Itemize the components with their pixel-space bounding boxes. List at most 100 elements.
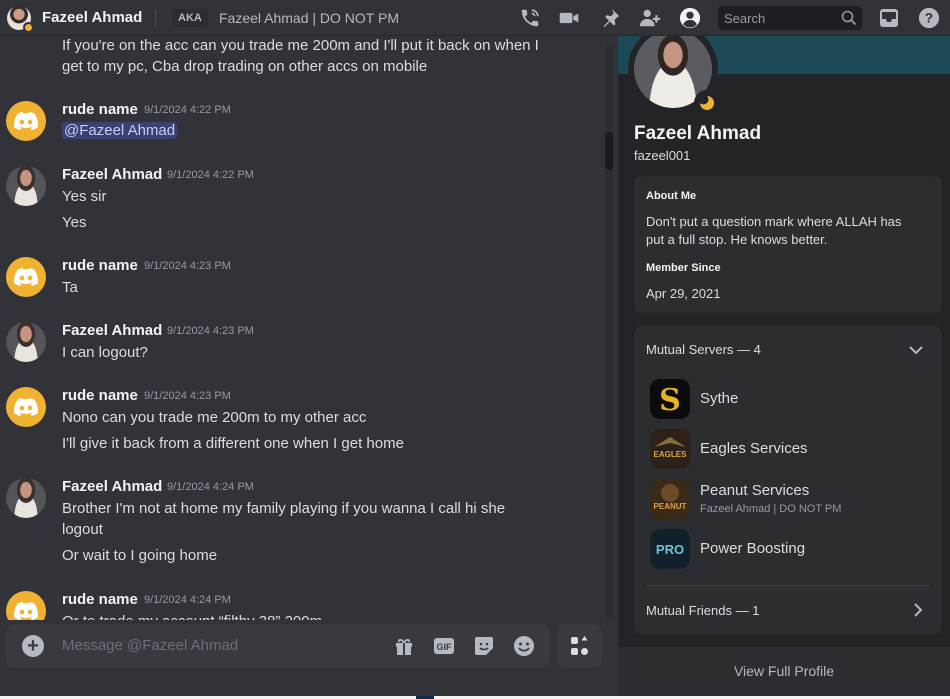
discord-logo-icon — [14, 398, 38, 416]
aka-value: Fazeel Ahmad | DO NOT PM — [219, 10, 399, 26]
server-name[interactable]: Eagles Services — [700, 440, 808, 457]
svg-text:PEANUT: PEANUT — [654, 502, 687, 511]
user-avatar[interactable] — [6, 166, 46, 206]
idle-moon-icon — [694, 90, 720, 116]
message-continuation-line: If you're on the acc can you trade me 20… — [62, 37, 539, 54]
member-since-heading: Member Since — [646, 262, 721, 274]
svg-text:S: S — [659, 383, 681, 418]
about-me-card: About Me Don't put a question mark where… — [634, 176, 942, 313]
message-list: If you're on the acc can you trade me 20… — [0, 36, 618, 699]
profile-username[interactable]: fazeel001 — [634, 148, 690, 163]
message-text: I'll give it back from a different one w… — [62, 435, 404, 452]
profile-avatar[interactable] — [628, 36, 720, 116]
user-avatar[interactable] — [6, 322, 46, 362]
inbox-icon[interactable] — [878, 7, 900, 29]
message-continuation-line: get to my pc, Cba drop trading on other … — [62, 58, 428, 75]
gift-icon[interactable] — [393, 635, 415, 657]
discord-logo-icon — [14, 112, 38, 130]
message-author[interactable]: Fazeel Ahmad — [62, 322, 162, 339]
view-full-profile-label: View Full Profile — [733, 663, 835, 679]
emoji-icon[interactable] — [513, 635, 535, 657]
mutuals-card: Mutual Servers — 4 S Sythe EAGLES Eagles… — [634, 326, 942, 635]
mutual-friends-header[interactable]: Mutual Friends — 1 — [646, 602, 759, 620]
message-author[interactable]: rude name — [62, 257, 138, 274]
mutual-servers-header[interactable]: Mutual Servers — 4 — [646, 341, 761, 359]
about-me-text: put a full stop. He knows better. — [646, 232, 828, 247]
server-icon-peanut[interactable]: PEANUT — [650, 479, 690, 519]
search-placeholder: Search — [724, 11, 766, 26]
start-video-call-icon[interactable] — [558, 7, 580, 29]
apps-icon — [570, 636, 588, 655]
view-full-profile-button[interactable]: View Full Profile — [618, 646, 950, 696]
message-author[interactable]: Fazeel Ahmad — [62, 166, 162, 183]
message-text: Nono can you trade me 200m to my other a… — [62, 409, 367, 426]
hide-user-profile-icon[interactable] — [679, 7, 701, 29]
message-text: @Fazeel Ahmad — [62, 122, 178, 139]
chevron-right-icon[interactable] — [912, 602, 924, 623]
message-composer[interactable]: + Message @Fazeel Ahmad GIF — [6, 624, 550, 668]
message-timestamp: 9/1/2024 4:22 PM — [167, 169, 254, 181]
about-me-text: Don't put a question mark where ALLAH ha… — [646, 214, 902, 229]
discord-logo-icon — [14, 602, 38, 620]
apps-launcher-button[interactable] — [557, 624, 602, 668]
start-voice-call-icon[interactable] — [519, 7, 541, 29]
message-timestamp: 9/1/2024 4:22 PM — [144, 104, 231, 116]
idle-status-icon — [23, 22, 33, 32]
server-nickname: Fazeel Ahmad | DO NOT PM — [700, 503, 842, 515]
header-avatar[interactable] — [7, 6, 33, 32]
server-name[interactable]: Sythe — [700, 390, 738, 407]
member-since-date: Apr 29, 2021 — [646, 286, 721, 301]
discord-logo-icon — [14, 268, 38, 286]
search-input[interactable]: Search — [718, 6, 862, 30]
server-icon-sythe[interactable]: S — [650, 379, 690, 419]
message-timestamp: 9/1/2024 4:23 PM — [144, 390, 231, 402]
help-icon[interactable]: ? — [918, 7, 940, 29]
message-input[interactable]: Message @Fazeel Ahmad — [62, 637, 238, 654]
chevron-down-icon[interactable] — [908, 343, 924, 361]
message-text: logout — [62, 521, 103, 538]
svg-text:EAGLES: EAGLES — [654, 450, 688, 459]
upload-plus-icon[interactable]: + — [22, 635, 44, 657]
server-name[interactable]: Power Boosting — [700, 540, 805, 557]
discord-default-avatar[interactable] — [6, 257, 46, 297]
svg-text:PRO: PRO — [656, 542, 684, 557]
about-me-heading: About Me — [646, 190, 697, 202]
add-friends-to-dm-icon[interactable] — [639, 7, 661, 29]
message-timestamp: 9/1/2024 4:24 PM — [144, 594, 231, 606]
user-avatar[interactable] — [6, 478, 46, 518]
gif-picker-icon[interactable]: GIF — [433, 635, 455, 657]
message-text: Yes — [62, 214, 87, 231]
message-text: Yes sir — [62, 188, 107, 205]
svg-text:?: ? — [925, 11, 933, 26]
message-text: Or wait to I going home — [62, 547, 218, 564]
discord-default-avatar[interactable] — [6, 101, 46, 141]
card-divider — [646, 585, 930, 586]
header-username[interactable]: Fazeel Ahmad — [42, 9, 142, 26]
message-text: Ta — [62, 279, 78, 296]
header-divider — [155, 9, 156, 27]
message-author[interactable]: Fazeel Ahmad — [62, 478, 162, 495]
profile-display-name: Fazeel Ahmad — [634, 123, 762, 144]
message-scrollbar-track[interactable] — [605, 44, 613, 620]
server-icon-power-boosting[interactable]: PRO — [650, 529, 690, 569]
gif-label: GIF — [437, 642, 453, 652]
message-timestamp: 9/1/2024 4:23 PM — [167, 325, 254, 337]
server-icon-eagles[interactable]: EAGLES — [650, 429, 690, 469]
pinned-messages-icon[interactable] — [599, 7, 621, 29]
search-icon — [841, 10, 857, 31]
message-text: Brother I'm not at home my family playin… — [62, 500, 506, 517]
message-author[interactable]: rude name — [62, 387, 138, 404]
user-mention[interactable]: @Fazeel Ahmad — [62, 122, 178, 139]
message-timestamp: 9/1/2024 4:24 PM — [167, 481, 254, 493]
channel-header: Fazeel Ahmad AKA Fazeel Ahmad | DO NOT P… — [0, 0, 950, 36]
server-name[interactable]: Peanut Services — [700, 482, 809, 499]
discord-default-avatar[interactable] — [6, 387, 46, 427]
sticker-icon[interactable] — [473, 635, 495, 657]
aka-badge: AKA — [172, 9, 208, 27]
message-text: I can logout? — [62, 344, 148, 361]
message-author[interactable]: rude name — [62, 101, 138, 118]
message-scrollbar-thumb[interactable] — [605, 132, 613, 170]
user-profile-panel: Fazeel Ahmad fazeel001 About Me Don't pu… — [618, 36, 950, 696]
message-timestamp: 9/1/2024 4:23 PM — [144, 260, 231, 272]
message-author[interactable]: rude name — [62, 591, 138, 608]
